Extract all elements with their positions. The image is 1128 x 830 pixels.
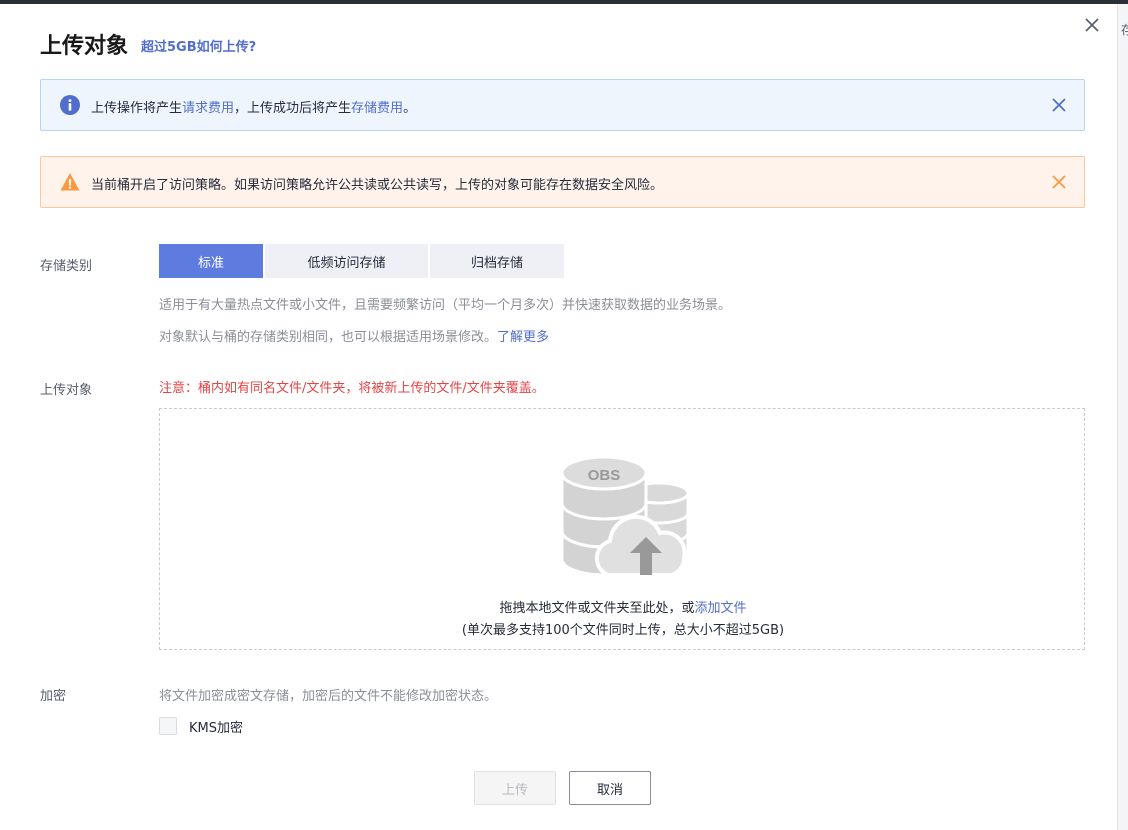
add-file-link[interactable]: 添加文件 xyxy=(695,601,747,616)
storage-class-infrequent-option[interactable]: 低频访问存储 xyxy=(265,244,428,278)
warning-icon xyxy=(60,173,80,191)
over-5gb-help-link[interactable]: 超过5GB如何上传? xyxy=(141,36,256,55)
drop-zone-instruction-text: 拖拽本地文件或文件夹至此处，或 xyxy=(499,601,695,616)
dialog-title: 上传对象 xyxy=(40,34,129,59)
overwrite-notice: 注意：桶内如有同名文件/文件夹，将被新上传的文件/文件夹覆盖。 xyxy=(159,381,545,396)
storage-class-archive-option[interactable]: 归档存储 xyxy=(430,244,564,278)
drop-zone-instruction: 拖拽本地文件或文件夹至此处，或添加文件 xyxy=(160,597,1086,616)
learn-more-link[interactable]: 了解更多 xyxy=(497,330,549,345)
policy-warning-text: 当前桶开启了访问策略。如果访问策略允许公共读或公共读写，上传的对象可能存在数据安… xyxy=(91,178,664,193)
storage-class-default-note: 对象默认与桶的存储类别相同，也可以根据适用场景修改。了解更多 xyxy=(159,326,549,345)
background-page-strip xyxy=(1117,4,1128,830)
request-fee-link[interactable]: 请求费用 xyxy=(182,101,234,116)
cancel-button[interactable]: 取消 xyxy=(569,771,651,805)
obs-text-layer: OBS xyxy=(588,467,621,484)
kms-encryption-checkbox[interactable] xyxy=(159,717,177,735)
encryption-description: 将文件加密成密文存储，加密后的文件不能修改加密状态。 xyxy=(159,689,498,704)
upload-object-label: 上传对象 xyxy=(40,383,93,398)
upload-limit-text: (单次最多支持100个文件同时上传，总大小不超过5GB) xyxy=(461,623,785,638)
info-icon xyxy=(60,95,80,115)
fee-info-text: 上传操作将产生请求费用，上传成功后将产生存储费用。 xyxy=(91,97,416,116)
storage-fee-link[interactable]: 存储费用 xyxy=(351,101,403,116)
upload-button[interactable]: 上传 xyxy=(474,771,556,805)
fee-info-text-1: 上传操作将产生 xyxy=(91,101,183,116)
warning-alert-close-icon[interactable] xyxy=(1050,173,1068,191)
encryption-label: 加密 xyxy=(40,689,67,704)
fee-info-text-2: ，上传成功后将产生 xyxy=(234,101,352,116)
policy-warning-alert: 当前桶开启了访问策略。如果访问策略允许公共读或公共读写，上传的对象可能存在数据安… xyxy=(40,156,1085,208)
info-alert-close-icon[interactable] xyxy=(1050,96,1068,114)
storage-class-standard-option[interactable]: 标准 xyxy=(159,244,263,278)
fee-info-text-3: 。 xyxy=(403,101,417,116)
storage-class-description: 适用于有大量热点文件或小文件，且需要频繁访问（平均一个月多次）并快速获取数据的业… xyxy=(159,298,732,313)
storage-class-label: 存储类别 xyxy=(40,259,93,274)
file-drop-zone[interactable]: OBS 拖拽本地文件或文件夹至此处，或添加文件 (单次最多支持100个文件同时上… xyxy=(159,408,1085,650)
upload-object-dialog: 上传对象 超过5GB如何上传? 上传操作将产生请求费用，上传成功后将产生存储费用… xyxy=(0,4,1117,830)
obs-label: OBS xyxy=(588,467,621,484)
close-icon[interactable] xyxy=(1081,14,1103,36)
fee-info-alert: 上传操作将产生请求费用，上传成功后将产生存储费用。 xyxy=(40,79,1085,131)
storage-class-default-text: 对象默认与桶的存储类别相同，也可以根据适用场景修改。 xyxy=(159,330,498,345)
background-page-text: 存 xyxy=(1121,23,1128,37)
kms-encryption-label[interactable]: KMS加密 xyxy=(189,717,243,736)
